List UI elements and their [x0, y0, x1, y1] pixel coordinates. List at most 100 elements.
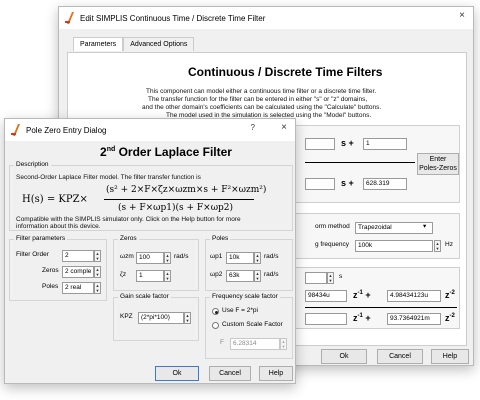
z-sample-spinner[interactable]: ▲ ▼ — [327, 272, 334, 284]
poles-zeros-label: Poles-Zeros — [419, 165, 457, 172]
ok-button[interactable]: Ok — [155, 366, 199, 381]
pole-zero-titlebar: Pole Zero Entry Dialog ? × — [5, 119, 295, 141]
description-line: This component can model either a contin… — [146, 88, 377, 95]
wp2-field[interactable]: 63k — [226, 270, 254, 282]
z-sample-field[interactable] — [305, 272, 327, 284]
sampling-frequency-field[interactable]: 100k — [355, 240, 433, 252]
den-coef-field[interactable]: 628.319 — [363, 178, 407, 190]
gain-scale-group: Gain scale factor KPZ (2*pi*100) ▲ ▼ — [113, 293, 199, 341]
help-question-icon[interactable]: ? — [251, 123, 255, 132]
transform-method-select[interactable]: Trapezoidal — [355, 222, 433, 234]
formula-lhs: H(s) = KPZ× — [22, 194, 88, 205]
simetrix-logo-icon — [11, 124, 20, 136]
wp2-unit-label: rad/s — [264, 271, 279, 278]
zeros-group-title: Zeros — [118, 235, 139, 242]
custom-scale-label: Custom Scale Factor — [222, 321, 283, 328]
zeros-label: Zeros — [42, 267, 59, 274]
dropdown-arrow-icon[interactable]: ▾ — [423, 222, 426, 232]
poles-spinner[interactable]: ▲ ▼ — [94, 282, 101, 294]
z-coef1-field[interactable]: 98434u — [305, 290, 347, 302]
zeta-field[interactable]: 1 — [136, 270, 164, 282]
z-coef2-field[interactable]: 4.98434123u — [387, 290, 441, 302]
wp2-spinner[interactable]: ▲ ▼ — [254, 270, 261, 282]
wp1-unit-label: rad/s — [264, 253, 279, 260]
filter-edit-titlebar: Edit SIMPLIS Continuous Time / Discrete … — [59, 7, 473, 29]
description-line: The transfer function for the filter can… — [148, 96, 368, 103]
zeta-spinner[interactable]: ▲ ▼ — [164, 270, 171, 282]
wp1-field[interactable]: 10k — [226, 252, 254, 264]
description-group-title: Description — [14, 161, 51, 168]
enter-poles-zeros-button[interactable]: Enter Poles-Zeros — [417, 153, 459, 175]
filter-edit-title: Edit SIMPLIS Continuous Time / Discrete … — [80, 13, 266, 23]
s-denominator-field[interactable] — [305, 178, 335, 190]
wzm-label: ωzm — [120, 253, 134, 260]
z-fraction-bar — [305, 307, 457, 308]
filter-parameters-title: Filter parameters — [14, 235, 68, 242]
sampling-frequency-spinner[interactable]: ▲ ▼ — [434, 240, 441, 252]
transform-method-label: orm method — [315, 223, 350, 230]
sampling-frequency-label: g frequency — [315, 241, 349, 248]
zeros-select[interactable]: 2 comple — [62, 266, 94, 278]
cancel-button[interactable]: Cancel — [209, 366, 251, 381]
gain-scale-title: Gain scale factor — [118, 293, 171, 300]
description-text: Second-Order Laplace Filter model. The f… — [16, 174, 201, 181]
s-unit-label: s — [339, 273, 343, 280]
back-ok-button[interactable]: Ok — [321, 349, 367, 364]
wzm-field[interactable]: 100 — [136, 252, 164, 264]
zeros-group: Zeros ωzm 100 ▲ ▼ rad/s ζz 1 ▲ ▼ — [113, 235, 199, 291]
wp1-spinner[interactable]: ▲ ▼ — [254, 252, 261, 264]
f-spinner[interactable]: ▲ ▼ — [280, 338, 287, 350]
z-inverse-label-2: z-1 + — [353, 313, 371, 323]
tab-parameters[interactable]: Parameters — [73, 37, 124, 51]
back-cancel-button[interactable]: Cancel — [377, 349, 423, 364]
use-2pi-label: Use F = 2*pi — [222, 307, 258, 314]
poles-group: Poles ωp1 10k ▲ ▼ rad/s ωp2 63k ▲ ▼ rad/s — [205, 235, 293, 291]
formula-fraction-bar — [104, 199, 254, 200]
z-denominator-field[interactable] — [305, 313, 347, 325]
f-field[interactable]: 6.28314 — [230, 338, 280, 350]
num-coef-field[interactable]: 1 — [363, 138, 407, 150]
poles-select[interactable]: 2 real — [62, 282, 94, 294]
pole-zero-title: Pole Zero Entry Dialog — [26, 125, 107, 135]
z-inverse-squared-label: z-2 — [445, 290, 455, 300]
frequency-scale-title: Frequency scale factor — [210, 293, 280, 300]
enter-label: Enter — [429, 156, 447, 163]
f-label: F — [220, 339, 224, 346]
custom-scale-radio[interactable] — [212, 322, 219, 329]
dialog-heading: 2nd Order Laplace Filter — [100, 145, 232, 159]
z-inverse-label: z-1 + — [353, 290, 371, 300]
filter-order-label: Filter Order — [16, 251, 49, 258]
zeros-spinner[interactable]: ▲ ▼ — [94, 266, 101, 278]
formula-numerator: (s² + 2×F×ζz×ωzm×s + F²×ωzm²) — [106, 185, 267, 195]
z-coef3-field[interactable]: 93.7364921m — [387, 313, 441, 325]
filter-parameters-group: Filter parameters Filter Order 2 ▲ ▼ Zero… — [9, 235, 107, 301]
tab-advanced-options[interactable]: Advanced Options — [123, 37, 195, 51]
wp1-label: ωp1 — [210, 253, 223, 260]
filter-order-spinner[interactable]: ▲ ▼ — [94, 250, 101, 262]
filter-order-field[interactable]: 2 — [62, 250, 94, 262]
fraction-bar — [305, 162, 415, 163]
wzm-spinner[interactable]: ▲ ▼ — [164, 252, 171, 264]
back-help-button[interactable]: Help — [431, 349, 469, 364]
kpz-field[interactable]: (2*pi*100) — [138, 312, 184, 324]
zeta-label: ζz — [120, 271, 127, 278]
close-icon[interactable]: × — [459, 10, 465, 21]
use-2pi-radio[interactable] — [212, 308, 219, 315]
poles-label: Poles — [42, 283, 59, 290]
compat-line: information about this device. — [16, 223, 101, 230]
simetrix-logo-icon — [65, 12, 74, 24]
s-numerator-field[interactable] — [305, 138, 335, 150]
z-inverse-squared-label-2: z-2 — [445, 313, 455, 323]
s-plus-label-2: s + — [341, 178, 354, 188]
frequency-scale-group: Frequency scale factor Use F = 2*pi Cust… — [205, 293, 293, 359]
pole-zero-dialog: Pole Zero Entry Dialog ? × 2nd Order Lap… — [4, 118, 296, 384]
description-line: and the other domain's coefficients can … — [142, 104, 382, 111]
s-plus-label: s + — [341, 138, 354, 148]
close-icon[interactable]: × — [281, 122, 287, 133]
formula-denominator: (s + F×ωp1)(s + F×ωp2) — [118, 203, 234, 213]
hz-unit-label: Hz — [445, 241, 453, 248]
filter-heading: Continuous / Discrete Time Filters — [188, 65, 383, 79]
description-group: Description Second-Order Laplace Filter … — [9, 161, 293, 231]
kpz-spinner[interactable]: ▲ ▼ — [184, 312, 191, 324]
help-button[interactable]: Help — [259, 366, 293, 381]
